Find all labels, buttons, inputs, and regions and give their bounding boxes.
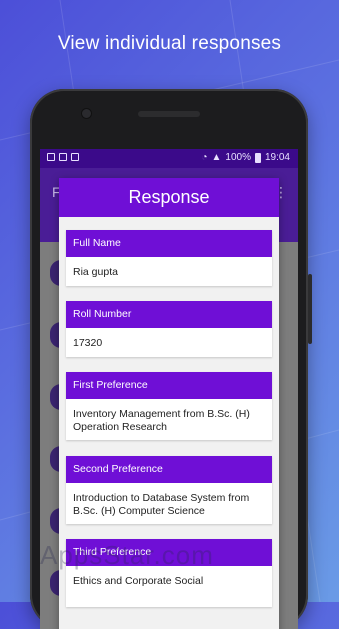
- phone-speaker: [138, 111, 200, 117]
- field-value: 17320: [73, 337, 103, 349]
- field-second-preference: Second Preference Introduction to Databa…: [66, 456, 272, 524]
- field-full-name: Full Name Ria gupta: [66, 230, 272, 286]
- field-first-preference: First Preference Inventory Management fr…: [66, 372, 272, 440]
- watermark: AppsStar.com: [40, 540, 214, 570]
- phone-side-button: [308, 274, 312, 344]
- field-value: Introduction to Database System from B.S…: [73, 492, 250, 517]
- field-label: First Preference: [66, 372, 272, 399]
- status-bar: ◔ ▲ 100% 19:04: [40, 149, 298, 168]
- field-label: Full Name: [66, 230, 272, 257]
- battery-icon: [254, 152, 261, 163]
- front-camera-icon: [82, 109, 91, 118]
- field-label: Second Preference: [66, 456, 272, 483]
- status-time: 19:04: [264, 152, 290, 163]
- field-value: Inventory Management from B.Sc. (H) Oper…: [73, 408, 250, 433]
- dialog-title: Response: [59, 178, 279, 217]
- headline: View individual responses: [57, 33, 282, 54]
- gallery-icon: [59, 153, 67, 161]
- wifi-icon: ◔: [201, 152, 208, 163]
- field-value: Ria gupta: [73, 266, 118, 278]
- signal-icon: ▲: [211, 152, 222, 163]
- field-roll-number: Roll Number 17320: [66, 301, 272, 357]
- field-label: Roll Number: [66, 301, 272, 328]
- battery-percent: 100%: [225, 152, 251, 163]
- document-icon: [71, 153, 79, 161]
- notification-icon: [47, 153, 55, 161]
